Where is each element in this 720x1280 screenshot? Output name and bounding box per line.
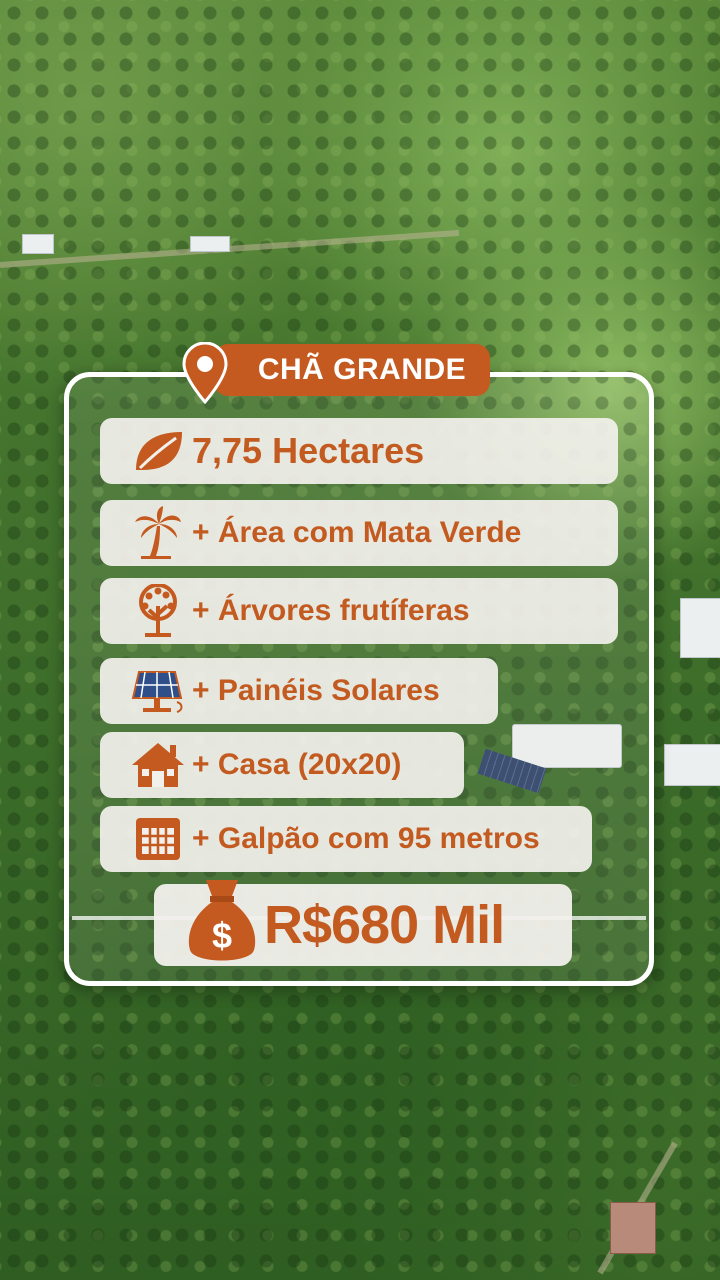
feature-row-green-area: + Área com Mata Verde [100, 500, 618, 566]
feature-label: + Casa (20x20) [192, 748, 402, 781]
feature-row-area: 7,75 Hectares [100, 418, 618, 484]
leaf-icon [128, 426, 188, 476]
feature-label: + Árvores frutíferas [192, 594, 470, 627]
money-bag-icon: $ [188, 880, 256, 961]
feature-label: + Área com Mata Verde [192, 516, 522, 549]
feature-label: + Galpão com 95 metros [192, 822, 540, 855]
location-badge: CHÃ GRANDE [180, 342, 490, 404]
building [680, 598, 720, 658]
building [664, 744, 720, 786]
feature-row-solar: + Painéis Solares [100, 658, 498, 724]
map-pin-icon [182, 342, 228, 404]
price-label: R$680 Mil [264, 895, 505, 955]
building [22, 234, 54, 254]
feature-row-house: + Casa (20x20) [100, 732, 464, 798]
fruit-tree-icon [128, 584, 188, 637]
location-name: CHÃ GRANDE [257, 353, 467, 386]
house-icon [128, 740, 188, 790]
palm-tree-icon [128, 506, 188, 559]
building [190, 236, 230, 252]
feature-label: 7,75 Hectares [192, 430, 425, 471]
feature-row-warehouse: + Galpão com 95 metros [100, 806, 592, 872]
feature-label: + Painéis Solares [192, 674, 440, 707]
solar-panel-icon [128, 666, 188, 716]
warehouse-icon [128, 814, 188, 864]
feature-row-fruit-trees: + Árvores frutíferas [100, 578, 618, 644]
building [610, 1202, 656, 1254]
svg-text:$: $ [212, 915, 232, 956]
